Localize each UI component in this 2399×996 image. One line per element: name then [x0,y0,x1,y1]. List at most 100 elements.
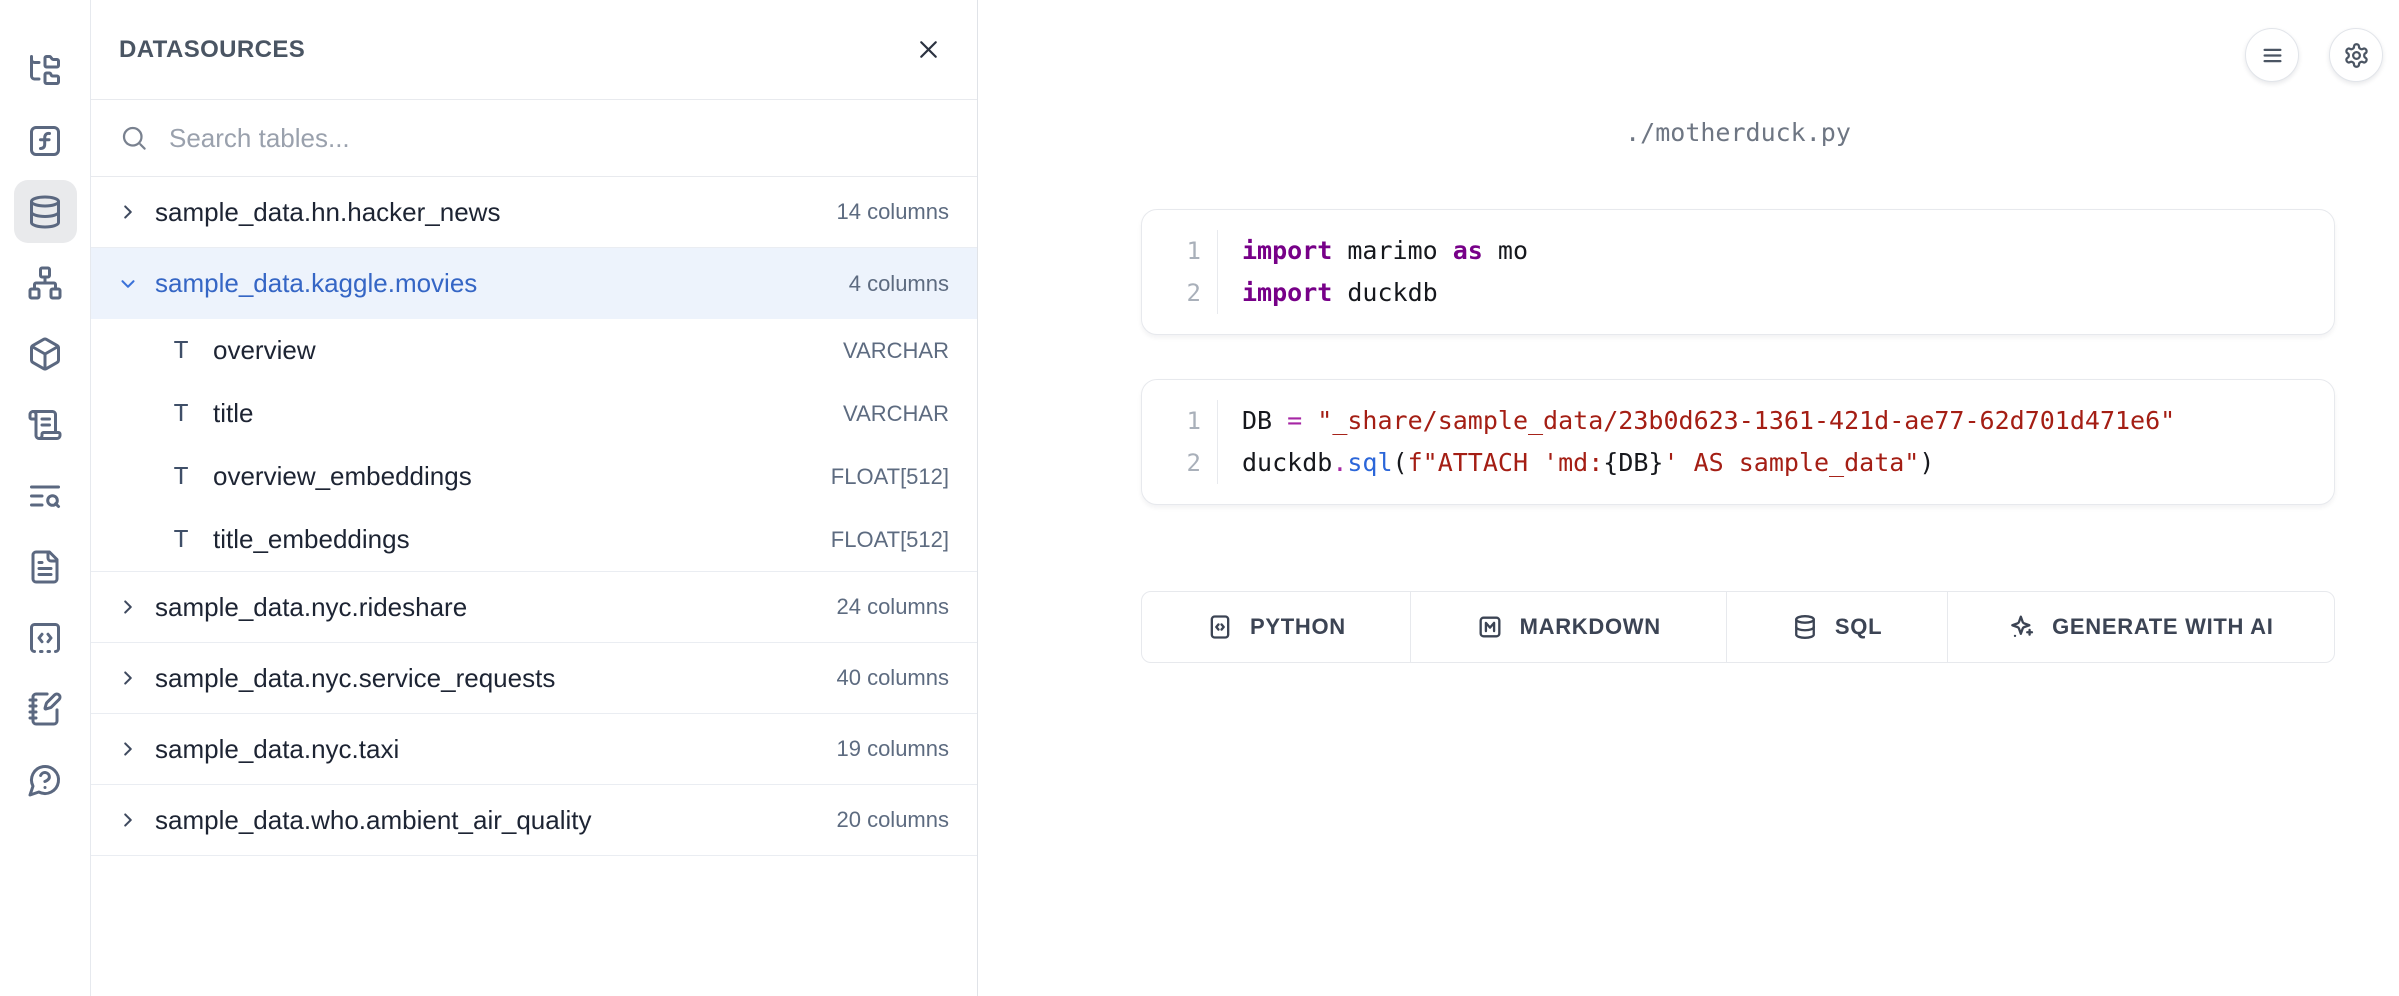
datasources-panel-header: DATASOURCES [91,0,977,100]
column-row[interactable]: Toverview VARCHAR [91,319,977,382]
sidebar-item-variables[interactable] [14,109,77,172]
line-number: 2 [1168,442,1218,484]
table-name: sample_data.nyc.taxi [155,734,399,765]
add-markdown-cell-button[interactable]: MARKDOWN [1411,592,1727,662]
varchar-type-icon: T [169,462,193,492]
table-column-count: 19 columns [836,736,949,762]
top-actions [2245,28,2383,82]
datasources-panel: DATASOURCES sample_data.hn.hacker_news 14… [91,0,978,996]
add-cell-button-label: GENERATE WITH AI [2052,614,2273,640]
column-name: title [213,398,253,429]
column-type: FLOAT[512] [831,464,949,490]
table-search [91,100,977,177]
code-cell[interactable]: 1import marimo as mo2import duckdb [1141,209,2335,335]
sidebar-item-help[interactable] [14,748,77,811]
chevron-right-icon [117,667,139,689]
sidebar-item-datasources[interactable] [14,180,77,243]
table-row[interactable]: sample_data.nyc.taxi 19 columns [91,714,977,785]
network-icon [27,265,63,301]
sidebar-item-documentation[interactable] [14,535,77,598]
add-sql-cell-button[interactable]: SQL [1727,592,1948,662]
table-row[interactable]: sample_data.kaggle.movies 4 columns [91,248,977,319]
table-column-count: 24 columns [836,594,949,620]
column-name: overview_embeddings [213,461,472,492]
search-tables-input[interactable] [169,123,949,154]
column-type: FLOAT[512] [831,527,949,553]
code-line: 2duckdb.sql(f"ATTACH 'md:{DB}' AS sample… [1168,442,2308,484]
sidebar-item-logs[interactable] [14,393,77,456]
varchar-type-icon: T [169,525,193,555]
sidebar-item-packages[interactable] [14,322,77,385]
notebook-menu-button[interactable] [2245,28,2299,82]
sidebar-item-dependency-graph[interactable] [14,251,77,314]
sparkles-icon [2008,613,2036,641]
add-cell-bar: PYTHON MARKDOWN SQL GENERATE WITH AI [1141,591,2335,663]
table-name: sample_data.nyc.service_requests [155,663,555,694]
scroll-text-icon [27,407,63,443]
chevron-right-icon [117,738,139,760]
code-cell[interactable]: 1DB = "_share/sample_data/23b0d623-1361-… [1141,379,2335,505]
table-row[interactable]: sample_data.who.ambient_air_quality 20 co… [91,785,977,856]
table-row[interactable]: sample_data.nyc.rideshare24 columns [91,572,977,643]
line-number: 1 [1168,230,1218,272]
add-python-cell-button[interactable]: PYTHON [1142,592,1411,662]
line-number: 1 [1168,400,1218,442]
varchar-type-icon: T [169,399,193,429]
table-column-count: 4 columns [849,271,949,297]
table-row[interactable]: sample_data.hn.hacker_news 14 columns [91,177,977,248]
database-icon [27,194,63,230]
panel-title: DATASOURCES [119,36,305,64]
code-line: 2import duckdb [1168,272,2308,314]
settings-gear-icon [2343,42,2370,69]
line-number: 2 [1168,272,1218,314]
varchar-type-icon: T [169,336,193,366]
help-chat-icon [27,762,63,798]
settings-button[interactable] [2329,28,2383,82]
box-icon [27,336,63,372]
sidebar-item-snippets[interactable] [14,606,77,669]
markdown-square-icon [1476,613,1504,641]
table-column-count: 40 columns [836,665,949,691]
code-square-icon [1206,613,1234,641]
add-cell-button-label: PYTHON [1250,614,1346,640]
activity-bar [0,0,91,996]
close-panel-button[interactable] [910,31,947,68]
file-text-icon [27,549,63,585]
notebook-area: ./motherduck.py 1import marimo as mo2imp… [978,0,2399,996]
column-name: title_embeddings [213,524,410,555]
table-name: sample_data.kaggle.movies [155,268,477,299]
code-content: duckdb.sql(f"ATTACH 'md:{DB}' AS sample_… [1218,442,1934,484]
cells-container: 1import marimo as mo2import duckdb1DB = … [1141,147,2335,505]
close-icon [914,35,943,64]
notebook-filename: ./motherduck.py [1141,118,2335,147]
tables-list: sample_data.hn.hacker_news14 columnssamp… [91,177,977,996]
sidebar-item-scratchpad[interactable] [14,677,77,740]
table-column-count: 20 columns [836,807,949,833]
generate-with-ai-button[interactable]: GENERATE WITH AI [1948,592,2334,662]
add-cell-button-label: MARKDOWN [1520,614,1661,640]
column-type: VARCHAR [843,338,949,364]
code-content: DB = "_share/sample_data/23b0d623-1361-4… [1218,400,2175,442]
chevron-right-icon [117,809,139,831]
column-name: overview [213,335,316,366]
menu-icon [2259,42,2286,69]
sidebar-item-file-explorer[interactable] [14,38,77,101]
chevron-right-icon [117,201,139,223]
code-content: import marimo as mo [1218,230,1528,272]
chevron-down-icon [117,273,139,295]
table-column-count: 14 columns [836,199,949,225]
text-search-icon [27,478,63,514]
table-name: sample_data.who.ambient_air_quality [155,805,592,836]
sidebar-item-tracing[interactable] [14,464,77,527]
search-icon [119,123,149,153]
database-icon [1791,613,1819,641]
marimo-app: DATASOURCES sample_data.hn.hacker_news14… [0,0,2399,996]
table-name: sample_data.hn.hacker_news [155,197,500,228]
folder-tree-icon [27,52,63,88]
column-row[interactable]: Ttitle_embeddings FLOAT[512] [91,508,977,571]
function-square-icon [27,123,63,159]
table-row[interactable]: sample_data.nyc.service_requests 40 colum… [91,643,977,714]
notebook-column: ./motherduck.py 1import marimo as mo2imp… [1141,0,2335,663]
column-row[interactable]: Toverview_embeddings FLOAT[512] [91,445,977,508]
column-row[interactable]: TtitleVARCHAR [91,382,977,445]
